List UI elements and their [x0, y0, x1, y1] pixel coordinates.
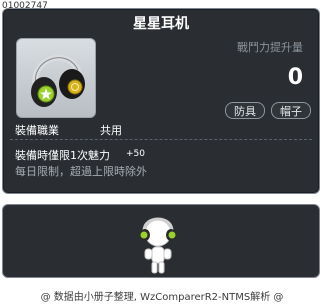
- requirement-label: 裝備時僅限1次魅力: [15, 149, 110, 162]
- headphones-icon: [31, 54, 85, 107]
- character-avatar: [140, 217, 176, 274]
- item-icon-frame: [16, 38, 96, 118]
- divider: [10, 139, 312, 140]
- combat-power-value: 0: [287, 65, 303, 90]
- item-tooltip: 星星耳机 戰鬥力提升量 0 防具 帽子 裝備職業 共用 裝備時僅限1次魅力 +5…: [2, 8, 320, 194]
- requirement-value: +50: [126, 149, 145, 159]
- credit-footer: @ 数据由小册子整理, WzComparerR2-NTMS解析 @: [40, 292, 284, 303]
- equip-job-value: 共用: [100, 124, 122, 137]
- item-name: 星星耳机: [133, 16, 189, 32]
- category-tag: 防具: [225, 102, 265, 119]
- subcategory-tag: 帽子: [271, 102, 311, 119]
- combat-power-label: 戰鬥力提升量: [237, 41, 303, 54]
- equip-job-label: 裝備職業: [15, 124, 59, 137]
- character-preview: [2, 204, 320, 278]
- limit-text: 每日限制，超過上限時除外: [15, 165, 147, 178]
